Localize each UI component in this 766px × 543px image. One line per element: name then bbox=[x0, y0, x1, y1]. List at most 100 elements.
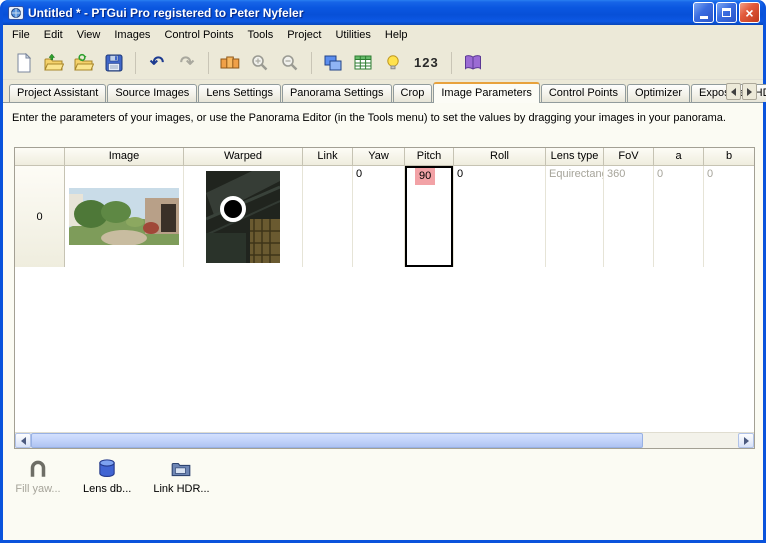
pitch-cell-editing[interactable]: 90 bbox=[405, 166, 454, 267]
link-hdr-button[interactable]: Link HDR... bbox=[149, 455, 213, 498]
detail-table-button[interactable] bbox=[350, 50, 376, 76]
source-image-cell[interactable] bbox=[65, 166, 184, 267]
table-header-row: Image Warped Link Yaw Pitch Roll Lens ty… bbox=[15, 148, 754, 166]
menu-edit[interactable]: Edit bbox=[37, 26, 70, 45]
lightbulb-icon bbox=[383, 53, 403, 73]
numeric-transform-button[interactable]: 123 bbox=[410, 50, 443, 76]
image-parameters-panel: Enter the parameters of your images, or … bbox=[3, 102, 763, 540]
tab-panorama-settings[interactable]: Panorama Settings bbox=[282, 84, 392, 102]
col-header-a: a bbox=[654, 148, 704, 166]
col-header-image: Image bbox=[65, 148, 184, 166]
preview-panorama-button[interactable] bbox=[320, 50, 346, 76]
app-icon bbox=[8, 5, 24, 21]
tab-scroll-left-button[interactable] bbox=[726, 83, 741, 100]
save-floppy-icon bbox=[104, 53, 124, 73]
horizontal-scrollbar[interactable] bbox=[15, 432, 754, 448]
titlebar-buttons: × bbox=[693, 2, 760, 23]
redo-button[interactable]: ↷ bbox=[174, 50, 200, 76]
menu-help[interactable]: Help bbox=[378, 26, 415, 45]
fov-cell[interactable]: 360 bbox=[604, 166, 654, 267]
lens-database-icon bbox=[96, 458, 118, 480]
scroll-right-button[interactable] bbox=[738, 433, 754, 448]
toolbar-separator bbox=[135, 52, 136, 74]
panorama-editor-icon bbox=[220, 53, 240, 73]
close-icon: × bbox=[745, 6, 753, 20]
help-book-icon bbox=[463, 53, 483, 73]
arrow-left-icon bbox=[731, 88, 736, 96]
menu-control-points[interactable]: Control Points bbox=[157, 26, 240, 45]
tab-scroll-right-button[interactable] bbox=[742, 83, 757, 100]
arrow-right-icon bbox=[744, 437, 749, 445]
tab-lens-settings[interactable]: Lens Settings bbox=[198, 84, 281, 102]
tab-source-images[interactable]: Source Images bbox=[107, 84, 197, 102]
b-cell[interactable]: 0 bbox=[704, 166, 754, 267]
toolbar-separator bbox=[208, 52, 209, 74]
warped-image-cell[interactable] bbox=[184, 166, 303, 267]
window-client-area: File Edit View Images Control Points Too… bbox=[3, 25, 763, 540]
fill-yaw-button: Fill yaw... bbox=[11, 455, 65, 498]
menu-project[interactable]: Project bbox=[280, 26, 328, 45]
scroll-left-button[interactable] bbox=[15, 433, 31, 448]
pitch-value-selected[interactable]: 90 bbox=[415, 168, 435, 185]
arrow-right-icon bbox=[747, 88, 752, 96]
undo-icon: ↶ bbox=[150, 53, 164, 73]
panorama-editor-button[interactable] bbox=[217, 50, 243, 76]
link-hdr-icon bbox=[170, 458, 192, 480]
col-header-lens-type: Lens type bbox=[546, 148, 604, 166]
preview-windows-icon bbox=[323, 53, 343, 73]
table-row: 0 bbox=[15, 166, 754, 267]
new-document-icon bbox=[14, 53, 34, 73]
tab-project-assistant[interactable]: Project Assistant bbox=[9, 84, 106, 102]
scrollbar-thumb[interactable] bbox=[31, 433, 643, 448]
minimize-icon bbox=[700, 16, 708, 19]
yaw-cell[interactable]: 0 bbox=[353, 166, 405, 267]
undo-button[interactable]: ↶ bbox=[144, 50, 170, 76]
tabstrip: Project Assistant Source Images Lens Set… bbox=[3, 80, 763, 102]
redo-icon: ↷ bbox=[180, 53, 194, 73]
fill-yaw-label: Fill yaw... bbox=[15, 483, 60, 495]
open-folder-icon bbox=[44, 53, 64, 73]
close-button[interactable]: × bbox=[739, 2, 760, 23]
zoom-in-button[interactable] bbox=[247, 50, 273, 76]
maximize-icon bbox=[722, 8, 731, 17]
a-cell[interactable]: 0 bbox=[654, 166, 704, 267]
arrow-left-icon bbox=[21, 437, 26, 445]
open-project-button[interactable] bbox=[41, 50, 67, 76]
new-project-button[interactable] bbox=[11, 50, 37, 76]
info-text: Enter the parameters of your images, or … bbox=[3, 103, 763, 124]
col-header-yaw: Yaw bbox=[353, 148, 405, 166]
help-button[interactable] bbox=[460, 50, 486, 76]
titlebar[interactable]: Untitled * - PTGui Pro registered to Pet… bbox=[3, 0, 763, 25]
menu-tools[interactable]: Tools bbox=[241, 26, 281, 45]
lens-type-cell[interactable]: Equirectangular bbox=[546, 166, 604, 267]
lens-database-button[interactable]: Lens db... bbox=[79, 455, 135, 498]
table-empty-area bbox=[15, 267, 754, 432]
warped-image-thumbnail bbox=[206, 171, 280, 263]
toolbar: ↶ ↷ bbox=[3, 46, 763, 80]
optimizer-button[interactable] bbox=[380, 50, 406, 76]
menu-view[interactable]: View bbox=[70, 26, 108, 45]
menu-file[interactable]: File bbox=[5, 26, 37, 45]
tab-crop[interactable]: Crop bbox=[393, 84, 433, 102]
minimize-button[interactable] bbox=[693, 2, 714, 23]
fill-yaw-icon bbox=[27, 458, 49, 480]
tab-control-points[interactable]: Control Points bbox=[541, 84, 626, 102]
menu-utilities[interactable]: Utilities bbox=[328, 26, 377, 45]
save-project-button[interactable] bbox=[101, 50, 127, 76]
col-header-rownum bbox=[15, 148, 65, 166]
link-hdr-label: Link HDR... bbox=[153, 483, 209, 495]
roll-cell[interactable]: 0 bbox=[454, 166, 546, 267]
link-cell[interactable] bbox=[303, 166, 353, 267]
menu-images[interactable]: Images bbox=[107, 26, 157, 45]
maximize-button[interactable] bbox=[716, 2, 737, 23]
lens-database-label: Lens db... bbox=[83, 483, 131, 495]
zoom-out-button[interactable] bbox=[277, 50, 303, 76]
tab-optimizer[interactable]: Optimizer bbox=[627, 84, 690, 102]
tab-image-parameters[interactable]: Image Parameters bbox=[433, 82, 539, 103]
source-image-thumbnail bbox=[69, 188, 179, 245]
tab-scrollers bbox=[726, 83, 757, 100]
row-index-cell[interactable]: 0 bbox=[15, 166, 65, 267]
scrollbar-track[interactable] bbox=[643, 433, 738, 448]
open-template-button[interactable] bbox=[71, 50, 97, 76]
col-header-roll: Roll bbox=[454, 148, 546, 166]
